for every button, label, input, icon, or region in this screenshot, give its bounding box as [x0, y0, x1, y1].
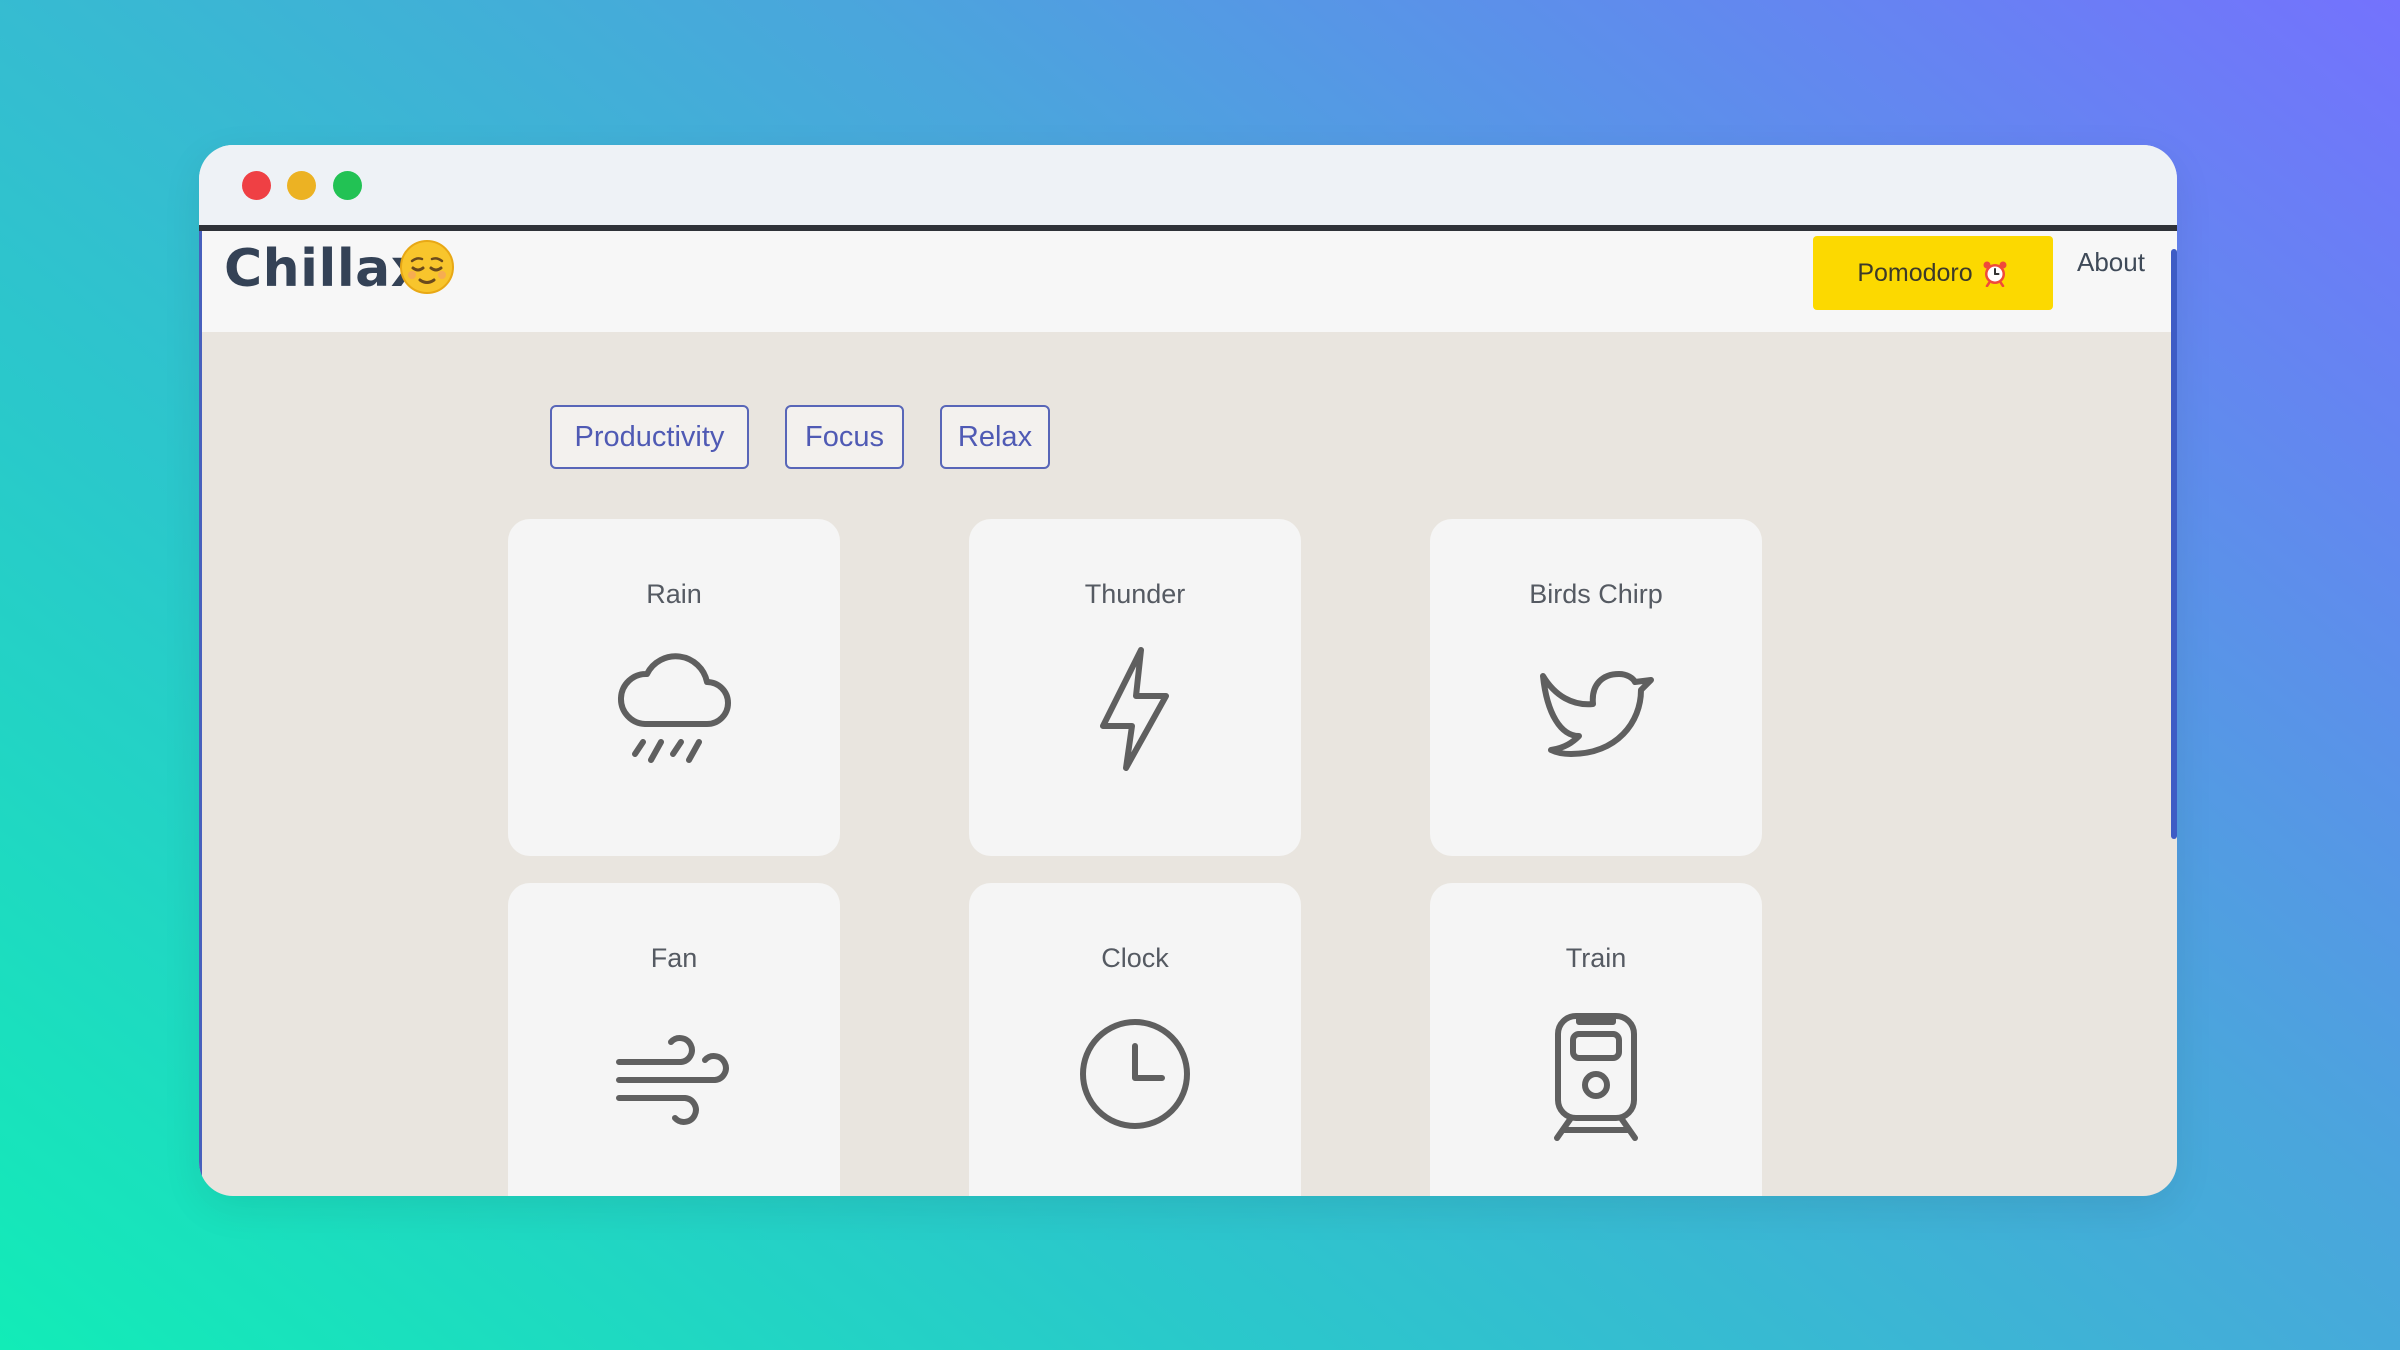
left-edge-border [199, 231, 202, 1196]
train-icon [1554, 1013, 1638, 1141]
about-link[interactable]: About [2077, 247, 2145, 278]
lightning-bolt-icon [1100, 647, 1169, 771]
bird-icon [1540, 671, 1654, 757]
minimize-window-button[interactable] [287, 171, 316, 200]
relieved-face-emoji-icon [400, 240, 454, 294]
sound-card-birds-chirp[interactable]: Birds Chirp [1430, 519, 1762, 856]
sound-label: Fan [650, 943, 698, 973]
close-window-button[interactable] [242, 171, 271, 200]
pomodoro-label: Pomodoro [1857, 258, 1973, 287]
sound-label: Train [1565, 943, 1627, 973]
clock-icon [1080, 1019, 1190, 1129]
maximize-window-button[interactable] [333, 171, 362, 200]
cloud-rain-icon [618, 653, 731, 763]
sound-label: Rain [646, 579, 702, 609]
sound-label: Birds Chirp [1529, 579, 1663, 609]
sound-card-rain[interactable]: Rain [508, 519, 840, 856]
tag-productivity[interactable]: Productivity [550, 405, 749, 469]
sound-card-clock[interactable]: Clock [969, 883, 1301, 1196]
pomodoro-button[interactable]: Pomodoro [1813, 236, 2053, 310]
navbar: Chillax Pomodoro About [199, 231, 2177, 332]
tag-relax[interactable]: Relax [940, 405, 1050, 469]
sound-label: Thunder [1084, 579, 1186, 609]
alarm-clock-icon [1983, 261, 2007, 287]
sound-label: Clock [1101, 943, 1169, 973]
browser-window: Chillax Pomodoro About Productivity Focu… [199, 145, 2177, 1196]
wind-icon [616, 1035, 729, 1125]
sound-card-thunder[interactable]: Thunder [969, 519, 1301, 856]
sound-card-train[interactable]: Train [1430, 883, 1762, 1196]
tag-focus[interactable]: Focus [785, 405, 904, 469]
vertical-scrollbar[interactable] [2171, 249, 2177, 839]
window-titlebar [199, 145, 2177, 225]
sound-card-fan[interactable]: Fan [508, 883, 840, 1196]
brand-logo[interactable]: Chillax [224, 237, 425, 301]
